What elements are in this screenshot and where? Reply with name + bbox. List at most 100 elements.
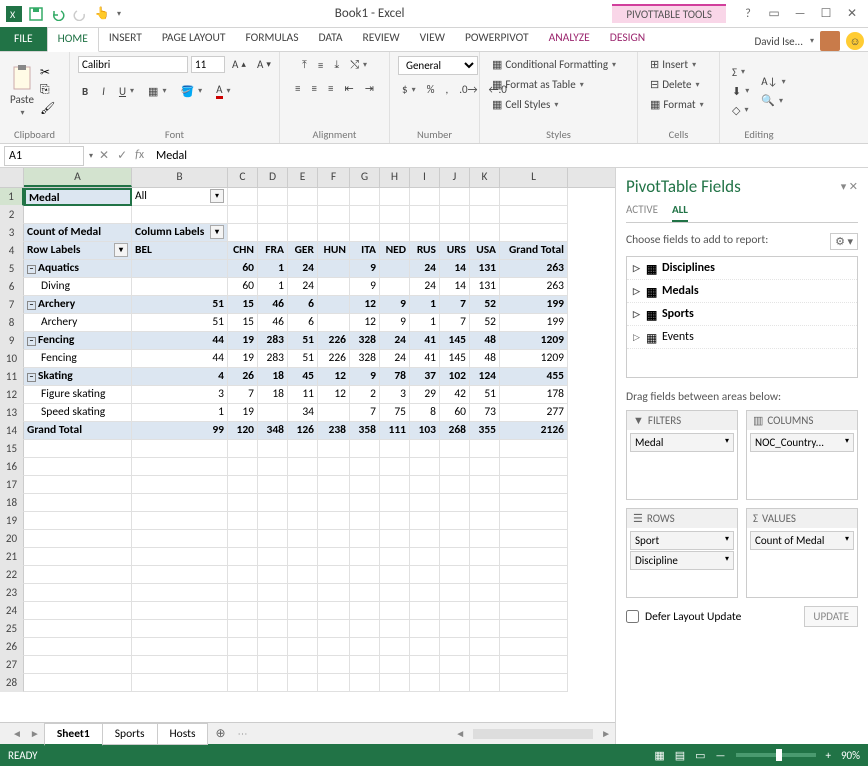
cell[interactable] (132, 656, 228, 674)
cell[interactable]: 283 (258, 332, 288, 350)
column-header-I[interactable]: I (410, 168, 440, 187)
cell[interactable] (500, 674, 568, 692)
fill-icon[interactable]: ⬇▾ (728, 83, 753, 100)
align-bottom-icon[interactable]: ⤓ (330, 56, 343, 74)
cell[interactable] (440, 494, 470, 512)
increase-font-icon[interactable]: A▴ (228, 56, 250, 73)
cell[interactable] (24, 458, 132, 476)
comma-icon[interactable]: , (441, 81, 452, 98)
cell[interactable] (24, 656, 132, 674)
cell[interactable]: CHN (228, 242, 258, 260)
font-size-select[interactable] (191, 56, 225, 73)
cell[interactable]: 348 (258, 422, 288, 440)
cell[interactable] (24, 638, 132, 656)
cell[interactable]: 2 (350, 386, 380, 404)
cell[interactable]: −Aquatics (24, 260, 132, 278)
maximize-icon[interactable]: ☐ (814, 4, 838, 24)
cell[interactable]: 44 (132, 350, 228, 368)
cell[interactable]: 238 (318, 422, 350, 440)
cell[interactable] (350, 674, 380, 692)
column-header-J[interactable]: J (440, 168, 470, 187)
cell[interactable] (258, 440, 288, 458)
cell[interactable] (228, 548, 258, 566)
row-header[interactable]: 13 (0, 404, 24, 422)
cell[interactable] (258, 206, 288, 224)
column-header-G[interactable]: G (350, 168, 380, 187)
cell[interactable]: 268 (440, 422, 470, 440)
touch-mode-icon[interactable]: 👆 (94, 6, 110, 22)
cell[interactable] (24, 548, 132, 566)
cell[interactable]: 60 (440, 404, 470, 422)
cell[interactable] (470, 602, 500, 620)
qat-customize-icon[interactable]: ▾ (117, 9, 121, 19)
cell[interactable] (470, 206, 500, 224)
column-header-C[interactable]: C (228, 168, 258, 187)
cell[interactable] (288, 188, 318, 206)
row-header[interactable]: 28 (0, 674, 24, 692)
cell[interactable] (470, 674, 500, 692)
cell[interactable]: 78 (380, 368, 410, 386)
horizontal-scrollbar[interactable] (473, 729, 593, 739)
cell[interactable]: 1 (410, 296, 440, 314)
cell[interactable] (500, 584, 568, 602)
fx-icon[interactable]: fx (135, 148, 144, 163)
cell[interactable] (24, 530, 132, 548)
redo-icon[interactable] (72, 6, 88, 22)
cell[interactable]: 111 (380, 422, 410, 440)
cell[interactable]: 24 (288, 260, 318, 278)
cell[interactable]: 199 (500, 296, 568, 314)
column-header-D[interactable]: D (258, 168, 288, 187)
cell[interactable] (500, 440, 568, 458)
cell[interactable]: 4 (132, 368, 228, 386)
row-header[interactable]: 11 (0, 368, 24, 386)
tab-view[interactable]: VIEW (410, 27, 455, 51)
cell[interactable] (410, 188, 440, 206)
cell[interactable] (470, 512, 500, 530)
cell[interactable] (380, 566, 410, 584)
row-header[interactable]: 20 (0, 530, 24, 548)
cell[interactable] (288, 584, 318, 602)
cell[interactable]: 124 (470, 368, 500, 386)
cell[interactable] (410, 476, 440, 494)
underline-button[interactable]: U▾ (115, 81, 138, 101)
cell[interactable] (228, 224, 258, 242)
cell[interactable] (258, 548, 288, 566)
cell[interactable] (288, 458, 318, 476)
cell[interactable] (228, 512, 258, 530)
sheet-tab-hosts[interactable]: Hosts (157, 723, 209, 745)
cell[interactable] (380, 260, 410, 278)
name-box[interactable] (4, 146, 84, 166)
cell[interactable] (470, 566, 500, 584)
cell[interactable] (228, 530, 258, 548)
cell[interactable] (410, 206, 440, 224)
cell[interactable]: 51 (288, 350, 318, 368)
row-header[interactable]: 18 (0, 494, 24, 512)
cell[interactable]: 12 (350, 314, 380, 332)
cell[interactable] (24, 206, 132, 224)
cell[interactable] (288, 638, 318, 656)
cell[interactable] (132, 494, 228, 512)
cell[interactable]: 9 (350, 278, 380, 296)
cell[interactable] (24, 566, 132, 584)
row-header[interactable]: 2 (0, 206, 24, 224)
spreadsheet-grid[interactable]: ABCDEFGHIJKL 1MedalAll▾23Count of MedalC… (0, 168, 616, 744)
cell[interactable]: 18 (258, 386, 288, 404)
update-button[interactable]: UPDATE (804, 606, 858, 627)
tab-formulas[interactable]: FORMULAS (235, 27, 308, 51)
rows-area[interactable]: ☰ROWS Sport▾Discipline▾ (626, 508, 738, 598)
field-item[interactable]: ▷▦Medals (627, 280, 857, 303)
cell[interactable]: 12 (318, 368, 350, 386)
cell[interactable] (288, 674, 318, 692)
cell[interactable] (500, 620, 568, 638)
field-item[interactable]: ▷▦Events (627, 326, 857, 349)
cell[interactable] (228, 602, 258, 620)
cell[interactable]: −Skating (24, 368, 132, 386)
cell[interactable] (258, 476, 288, 494)
cell[interactable] (350, 638, 380, 656)
row-header[interactable]: 27 (0, 656, 24, 674)
cell[interactable]: −Archery (24, 296, 132, 314)
percent-icon[interactable]: % (423, 81, 439, 98)
row-header[interactable]: 9 (0, 332, 24, 350)
cell[interactable]: ITA (350, 242, 380, 260)
cell[interactable] (318, 260, 350, 278)
